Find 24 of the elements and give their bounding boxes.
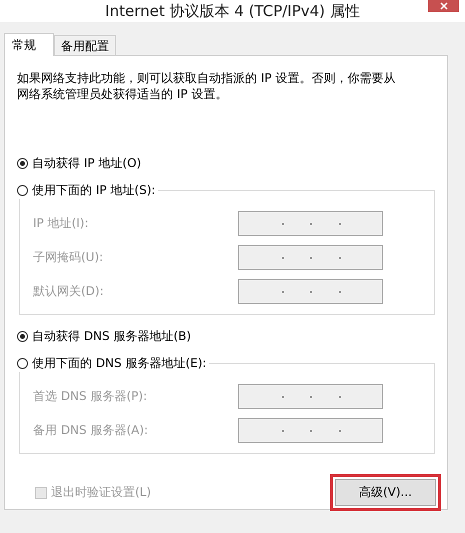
radio-button[interactable] [17, 358, 28, 368]
ip-address-field[interactable] [238, 245, 383, 270]
checkbox-label: 退出时验证设置(L) [51, 484, 152, 501]
radio-label[interactable]: 使用下面的 DNS 服务器地址(E): [17, 354, 210, 372]
field-label: 备用 DNS 服务器(A): [33, 422, 150, 439]
ip-address-field[interactable] [238, 418, 383, 443]
radio-button[interactable] [17, 330, 28, 342]
advanced-button[interactable]: 高级(V)... [335, 479, 436, 506]
description-text: 如果网络支持此功能，则可以获取自动指派的 IP 设置。否则，你需要从网络系统管理员处获得适当的 IP 设置。 [17, 70, 396, 102]
radio-button[interactable] [17, 184, 28, 196]
tab[interactable]: 备用配置 [54, 35, 116, 55]
ip-address-field[interactable] [238, 211, 383, 236]
ip-address-field[interactable] [238, 279, 383, 304]
field-label: 子网掩码(U): [33, 249, 104, 266]
close-button[interactable] [428, 0, 459, 12]
field-label: 首选 DNS 服务器(P): [33, 388, 148, 405]
radio-label[interactable]: 使用下面的 IP 地址(S): [17, 181, 158, 199]
tab[interactable]: 常规 [4, 33, 54, 56]
field-label: 默认网关(D): [33, 283, 105, 300]
ip-address-field[interactable] [238, 384, 383, 409]
close-icon [440, 2, 448, 10]
field-label: IP 地址(I): [33, 215, 90, 232]
window-title: Internet 协议版本 4 (TCP/IPv4) 属性 [105, 1, 360, 22]
radio-button[interactable] [17, 158, 28, 168]
